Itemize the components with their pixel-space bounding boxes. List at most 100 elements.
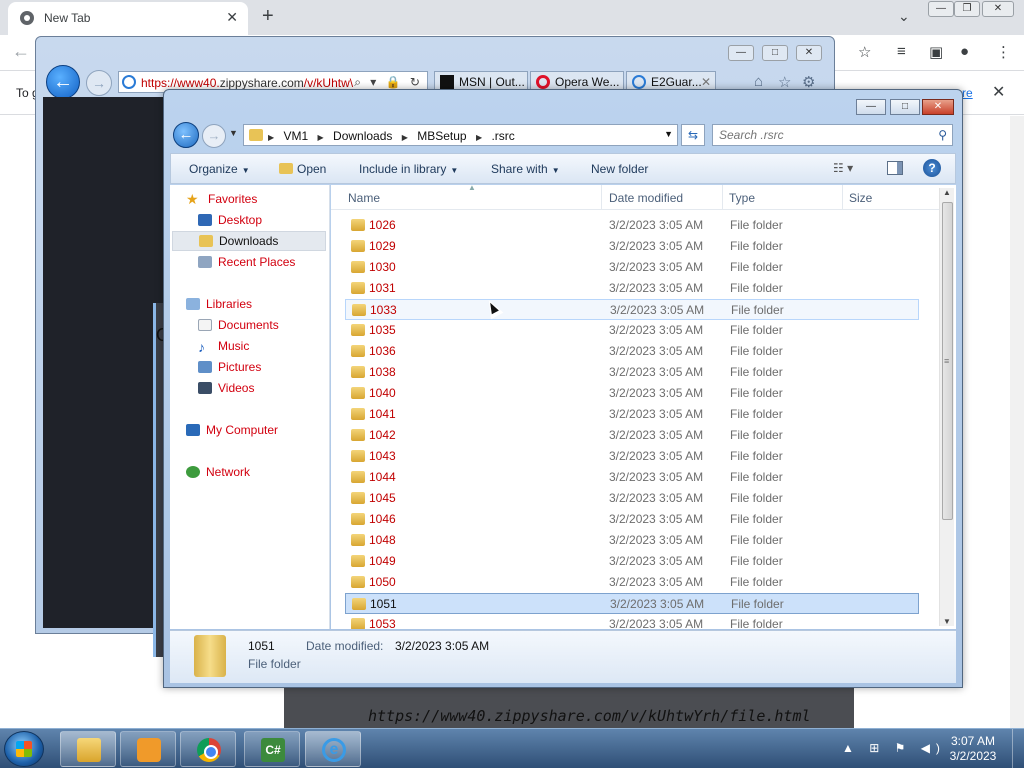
search-input[interactable] [713,125,928,145]
infobar-close-icon[interactable]: ✕ [992,82,1005,102]
scroll-down-icon[interactable]: ▼ [943,617,951,626]
chrome-back-icon[interactable]: ← [12,41,30,62]
column-type[interactable]: Type [729,191,755,205]
table-row[interactable]: 1029 3/2/2023 3:05 AM File folder [345,236,919,257]
column-divider[interactable] [601,185,602,210]
explorer-maximize-button[interactable]: □ [890,99,920,115]
column-name[interactable]: Name [348,191,380,205]
table-row[interactable]: 1046 3/2/2023 3:05 AM File folder [345,509,919,530]
nav-my-computer[interactable]: My Computer [186,423,278,437]
include-in-library-button[interactable]: Include in library ▼ [359,162,458,176]
taskbar-csharp-button[interactable]: C# [244,731,300,767]
breadcrumb-rsrc[interactable]: .rsrc [491,129,514,143]
breadcrumb-mbsetup[interactable]: MBSetup [417,129,466,143]
table-row[interactable]: 1031 3/2/2023 3:05 AM File folder [345,278,919,299]
nav-favorites[interactable]: ★ Favorites [186,191,257,207]
table-row[interactable]: 1053 3/2/2023 3:05 AM File folder [345,614,919,629]
breadcrumb-downloads[interactable]: Downloads [333,129,392,143]
nav-libraries[interactable]: Libraries [186,297,252,311]
open-button[interactable]: Open [279,162,326,176]
nav-desktop[interactable]: Desktop [198,213,262,227]
share-with-button[interactable]: Share with ▼ [491,162,560,176]
table-row[interactable]: 1030 3/2/2023 3:05 AM File folder [345,257,919,278]
address-dropdown-icon[interactable]: ▼ [664,129,673,139]
table-row[interactable]: 1026 3/2/2023 3:05 AM File folder [345,215,919,236]
table-row[interactable]: 1044 3/2/2023 3:05 AM File folder [345,467,919,488]
explorer-forward-button[interactable]: → [202,124,226,148]
breadcrumb[interactable]: ▶ VM1 ▶ Downloads ▶ MBSetup ▶ .rsrc ▼ [243,124,678,146]
taskbar-explorer-button[interactable] [60,731,116,767]
organize-button[interactable]: Organize ▼ [189,162,250,176]
clock[interactable]: 3:07 AM 3/2/2023 [948,734,998,764]
table-row[interactable]: 1048 3/2/2023 3:05 AM File folder [345,530,919,551]
chrome-restore-button[interactable]: ❐ [954,1,980,17]
chrome-tab-new-tab[interactable]: New Tab ✕ [8,2,248,35]
chrome-tab-search-icon[interactable]: ⌄ [898,8,910,25]
breadcrumb-separator-icon[interactable]: ▶ [402,133,408,142]
ie-close-button[interactable]: ✕ [796,45,822,61]
chrome-page-scrollbar[interactable] [1010,116,1024,728]
reading-list-icon[interactable]: ≡ [897,43,906,60]
nav-videos[interactable]: Videos [198,381,254,395]
taskbar-chrome-button[interactable] [180,731,236,767]
ie-minimize-button[interactable]: — [728,45,754,61]
start-button[interactable] [4,731,44,767]
table-row[interactable]: 1045 3/2/2023 3:05 AM File folder [345,488,919,509]
column-divider[interactable] [722,185,723,210]
nav-downloads[interactable]: Downloads [172,231,326,251]
nav-documents[interactable]: Documents [198,318,279,332]
table-row[interactable]: 1051 3/2/2023 3:05 AM File folder [345,593,919,614]
nav-recent-places[interactable]: Recent Places [198,255,295,269]
breadcrumb-vm1[interactable]: VM1 [284,129,309,143]
chrome-minimize-button[interactable]: — [928,1,954,17]
nav-music[interactable]: ♪ Music [198,339,249,355]
ie-back-button[interactable]: ← [46,65,80,99]
column-size[interactable]: Size [849,191,872,205]
system-tray[interactable]: ▲ ⊞ ⚑ ◀) [842,741,946,755]
table-row[interactable]: 1033 3/2/2023 3:05 AM File folder [345,299,919,320]
scroll-up-icon[interactable]: ▲ [943,188,951,197]
ie-address-tools[interactable]: ⌕ ▾ 🔒 ↻ [354,75,423,90]
column-divider[interactable] [842,185,843,210]
breadcrumb-separator-icon[interactable]: ▶ [476,133,482,142]
help-icon[interactable]: ? [923,159,941,177]
refresh-button[interactable]: ⇆ [681,124,705,146]
chrome-new-tab-button[interactable]: + [262,5,274,28]
profile-avatar-icon[interactable]: ● [960,43,969,60]
bookmark-star-icon[interactable]: ☆ [858,43,871,61]
chrome-close-button[interactable]: ✕ [982,1,1014,17]
nav-pictures[interactable]: Pictures [198,360,261,374]
explorer-close-button[interactable]: ✕ [922,99,954,115]
table-row[interactable]: 1036 3/2/2023 3:05 AM File folder [345,341,919,362]
new-folder-button[interactable]: New folder [591,162,648,176]
ie-maximize-button[interactable]: □ [762,45,788,61]
chrome-tab-close-icon[interactable]: ✕ [226,9,238,26]
table-row[interactable]: 1041 3/2/2023 3:05 AM File folder [345,404,919,425]
table-row[interactable]: 1049 3/2/2023 3:05 AM File folder [345,551,919,572]
breadcrumb-separator-icon[interactable]: ▶ [318,133,324,142]
table-row[interactable]: 1042 3/2/2023 3:05 AM File folder [345,425,919,446]
breadcrumb-separator-icon[interactable]: ▶ [268,133,274,142]
search-box[interactable]: ⚲ [712,124,953,146]
file-list-scrollbar[interactable]: ▲ ≡ ▼ [939,188,954,626]
table-row[interactable]: 1043 3/2/2023 3:05 AM File folder [345,446,919,467]
taskbar-ie-button[interactable]: e [305,731,361,767]
table-row[interactable]: 1035 3/2/2023 3:05 AM File folder [345,320,919,341]
infobar-link[interactable]: re [962,86,973,100]
side-panel-icon[interactable]: ▣ [929,43,943,61]
ie-home-icon[interactable]: ⌂ [754,73,763,90]
taskbar-media-player-button[interactable] [120,731,176,767]
column-date-modified[interactable]: Date modified [609,191,683,205]
chrome-menu-icon[interactable]: ⋮ [996,43,1011,61]
search-icon[interactable]: ⚲ [938,128,947,142]
nav-network[interactable]: Network [186,465,250,479]
ie-forward-button[interactable]: → [86,70,112,96]
show-desktop-button[interactable] [1012,729,1024,768]
explorer-back-button[interactable]: ← [173,122,199,148]
change-view-icon[interactable]: ☷ ▾ [833,161,853,175]
explorer-minimize-button[interactable]: — [856,99,886,115]
preview-pane-icon[interactable] [887,161,903,175]
table-row[interactable]: 1050 3/2/2023 3:05 AM File folder [345,572,919,593]
table-row[interactable]: 1040 3/2/2023 3:05 AM File folder [345,383,919,404]
recent-pages-dropdown-icon[interactable]: ▼ [229,128,238,138]
